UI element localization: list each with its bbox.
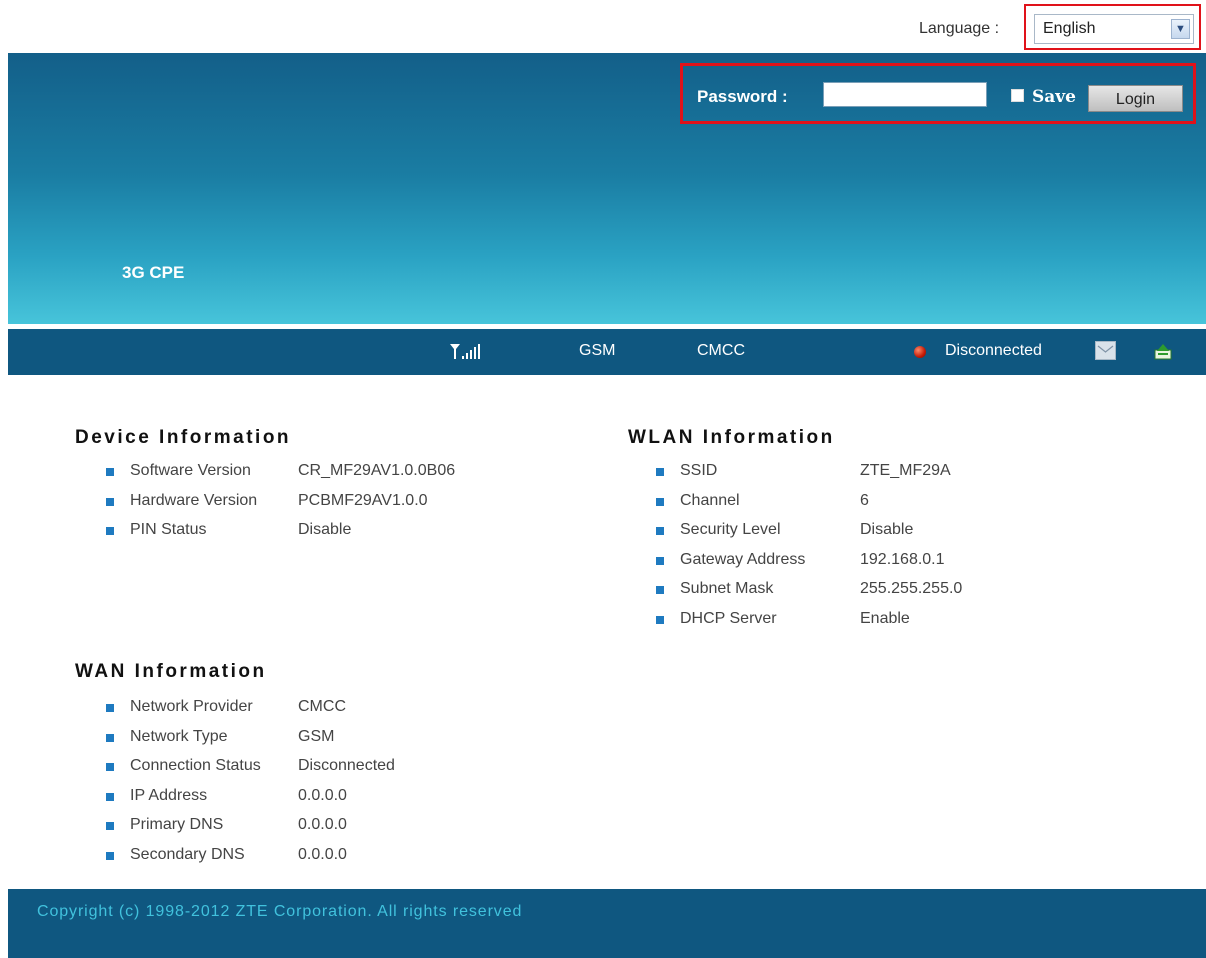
wan-info-title: WAN Information xyxy=(75,661,267,682)
info-label: Gateway Address xyxy=(680,550,806,568)
bullet-icon xyxy=(106,497,114,506)
signal-strength-icon xyxy=(450,344,480,359)
info-label: Hardware Version xyxy=(130,491,258,509)
bullet-icon xyxy=(106,733,114,742)
info-value: CR_MF29AV1.0.0B06 xyxy=(298,462,456,479)
bullet-icon xyxy=(656,468,664,476)
bullet-icon xyxy=(106,763,114,771)
bullet-icon xyxy=(656,497,664,506)
info-label: DHCP Server xyxy=(680,609,777,627)
info-value: 0.0.0.0 xyxy=(298,845,347,863)
footer xyxy=(8,889,1206,958)
connection-status: Disconnected xyxy=(945,342,1042,359)
language-label: Language : xyxy=(919,20,1000,37)
device-info-title: Device Information xyxy=(75,427,292,448)
info-value: GSM xyxy=(298,727,335,745)
bullet-icon xyxy=(656,586,664,594)
login-button[interactable]: Login xyxy=(1088,85,1183,112)
info-label: Primary DNS xyxy=(130,816,224,833)
chevron-down-icon[interactable]: ▼ xyxy=(1171,19,1190,39)
info-value: Disable xyxy=(298,521,352,538)
bullet-icon xyxy=(656,556,664,565)
product-name: 3G CPE xyxy=(122,263,185,282)
bullet-icon xyxy=(106,468,114,476)
info-label: Network Provider xyxy=(130,698,253,715)
bullet-icon xyxy=(106,704,114,712)
info-label: Network Type xyxy=(130,727,228,745)
bullet-icon xyxy=(656,615,664,624)
info-label: Channel xyxy=(680,491,740,509)
info-label: Security Level xyxy=(680,521,781,538)
copyright-text: Copyright (c) 1998-2012 ZTE Corporation.… xyxy=(37,903,523,920)
info-value: 0.0.0.0 xyxy=(298,816,347,833)
info-label: Subnet Mask xyxy=(680,580,774,597)
provider-status: CMCC xyxy=(697,342,745,359)
info-label: Secondary DNS xyxy=(130,845,245,863)
info-value: Enable xyxy=(860,609,910,627)
connection-status-dot-icon xyxy=(914,346,926,358)
mail-icon[interactable] xyxy=(1095,341,1116,360)
language-select[interactable]: English ▼ xyxy=(1034,14,1194,44)
bullet-icon xyxy=(106,822,114,830)
network-type-status: GSM xyxy=(579,342,616,359)
bullet-icon xyxy=(106,792,114,801)
info-value: 192.168.0.1 xyxy=(860,550,945,568)
save-label: Save xyxy=(1032,87,1076,107)
info-value: 0.0.0.0 xyxy=(298,786,347,804)
info-value: CMCC xyxy=(298,698,346,715)
info-value: 255.255.255.0 xyxy=(860,580,963,597)
password-label: Password : xyxy=(697,87,788,106)
language-selected-value: English xyxy=(1043,20,1096,37)
wlan-info-title: WLAN Information xyxy=(628,427,835,448)
info-value: Disable xyxy=(860,521,914,538)
info-value: Disconnected xyxy=(298,757,395,774)
info-value: PCBMF29AV1.0.0 xyxy=(298,491,428,509)
save-checkbox[interactable] xyxy=(1011,89,1024,102)
info-label: IP Address xyxy=(130,786,208,804)
bullet-icon xyxy=(656,527,664,535)
update-icon[interactable] xyxy=(1153,342,1173,360)
info-value: 6 xyxy=(860,491,869,509)
bullet-icon xyxy=(106,527,114,535)
info-label: PIN Status xyxy=(130,521,207,538)
info-label: SSID xyxy=(680,462,718,479)
info-value: ZTE_MF29A xyxy=(860,462,951,479)
bullet-icon xyxy=(106,851,114,860)
info-label: Software Version xyxy=(130,462,251,479)
password-input[interactable] xyxy=(823,82,987,107)
info-label: Connection Status xyxy=(130,757,261,774)
